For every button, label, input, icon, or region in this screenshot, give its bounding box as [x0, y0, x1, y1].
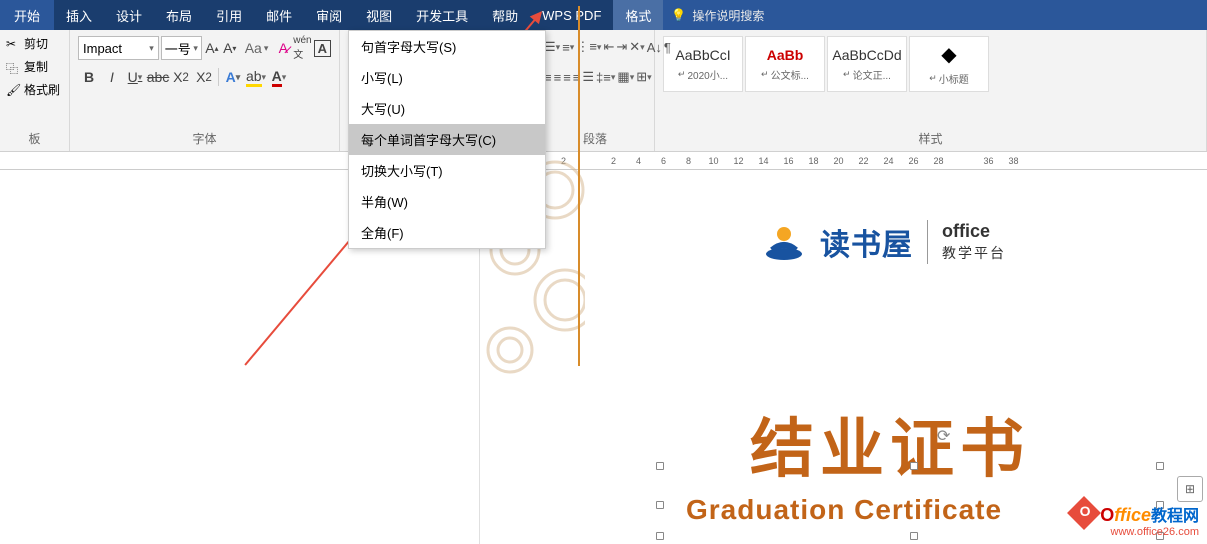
align-center-button[interactable]: ≡	[554, 66, 562, 88]
change-case-button[interactable]: Aa▾	[240, 37, 274, 59]
office-subtitle: 教学平台	[942, 243, 1006, 263]
change-case-menu: 句首字母大写(S) 小写(L) 大写(U) 每个单词首字母大写(C) 切换大小写…	[348, 30, 546, 249]
distribute-button[interactable]: ☰	[582, 66, 594, 88]
superscript-button[interactable]: X2	[193, 66, 215, 88]
font-color-button[interactable]: A▾	[268, 66, 290, 88]
case-halfwidth[interactable]: 半角(W)	[349, 186, 545, 217]
tell-me-search[interactable]: 💡 操作说明搜索	[671, 7, 764, 24]
font-name-select[interactable]: Impact▾	[78, 36, 159, 60]
case-sentence[interactable]: 句首字母大写(S)	[349, 31, 545, 62]
clipboard-label: 板	[4, 128, 65, 149]
chevron-down-icon: ▾	[264, 43, 269, 54]
copy-button[interactable]: ⿻复制	[4, 55, 65, 78]
lightbulb-icon: 💡	[671, 8, 686, 22]
increase-indent-button[interactable]: ⇥	[616, 36, 627, 58]
format-painter-button[interactable]: 🖌格式刷	[4, 78, 65, 101]
numbering-button[interactable]: ≡▾	[562, 36, 574, 58]
case-uppercase[interactable]: 大写(U)	[349, 93, 545, 124]
decrease-indent-button[interactable]: ⇤	[603, 36, 614, 58]
chevron-down-icon: ▾	[149, 43, 154, 54]
show-marks-button[interactable]: ¶	[664, 36, 671, 58]
decorative-vertical-line	[578, 6, 580, 366]
shading-button[interactable]: ▦▾	[617, 66, 634, 88]
align-right-button[interactable]: ≡	[563, 66, 571, 88]
copy-icon: ⿻	[6, 60, 20, 74]
multilevel-button[interactable]: ⋮≡▾	[576, 36, 601, 58]
watermark-brand: Office教程网	[1072, 497, 1199, 526]
case-lowercase[interactable]: 小写(L)	[349, 62, 545, 93]
search-hint-text: 操作说明搜索	[692, 7, 764, 24]
tab-review[interactable]: 审阅	[304, 0, 354, 30]
styles-label: 样式	[659, 128, 1202, 149]
logo-text: 读书屋	[820, 220, 913, 264]
dushuwu-icon	[762, 222, 806, 262]
styles-group: AaBbCcI↵ 2020小...AaBb↵ 公文标...AaBbCcDd↵ 论…	[655, 30, 1207, 151]
tab-format[interactable]: 格式	[613, 0, 663, 30]
horizontal-ruler[interactable]: 86422468101214161820222426283638	[0, 152, 1207, 170]
certificate-subtitle[interactable]: Graduation Certificate	[686, 494, 1002, 526]
logo-block: 读书屋 office 教学平台	[762, 220, 1006, 264]
divider	[927, 220, 928, 264]
chevron-down-icon: ▾	[193, 43, 198, 54]
ribbon: ✂剪切 ⿻复制 🖌格式刷 板 Impact▾ 一号▾ A▴ A▾ Aa▾ A̷ …	[0, 30, 1207, 152]
brush-icon: 🖌	[6, 83, 20, 97]
phonetic-button[interactable]: wén文	[293, 37, 311, 59]
char-border-button[interactable]: A	[314, 37, 331, 59]
highlight-button[interactable]: ab▾	[245, 66, 267, 88]
office-label-block: office 教学平台	[942, 221, 1006, 263]
style-option-2[interactable]: AaBbCcDd↵ 论文正...	[827, 36, 907, 92]
sort-button[interactable]: A↓	[647, 36, 662, 58]
tab-design[interactable]: 设计	[104, 0, 154, 30]
case-toggle[interactable]: 切换大小写(T)	[349, 155, 545, 186]
style-option-1[interactable]: AaBb↵ 公文标...	[745, 36, 825, 92]
tab-help[interactable]: 帮助	[480, 0, 530, 30]
font-group: Impact▾ 一号▾ A▴ A▾ Aa▾ A̷ wén文 A B I U▾ a…	[70, 30, 340, 151]
line-spacing-button[interactable]: ‡≡▾	[596, 66, 615, 88]
clear-format-button[interactable]: A̷	[275, 37, 291, 59]
text-effects-button[interactable]: A▾	[222, 66, 244, 88]
strikethrough-button[interactable]: abc	[147, 66, 169, 88]
office-text: office	[942, 221, 1006, 243]
clipboard-group: ✂剪切 ⿻复制 🖌格式刷 板	[0, 30, 70, 151]
subscript-button[interactable]: X2	[170, 66, 192, 88]
font-size-select[interactable]: 一号▾	[161, 36, 202, 60]
tab-devtools[interactable]: 开发工具	[404, 0, 480, 30]
italic-button[interactable]: I	[101, 66, 123, 88]
tab-references[interactable]: 引用	[204, 0, 254, 30]
case-fullwidth[interactable]: 全角(F)	[349, 217, 545, 248]
watermark-url: www.office26.com	[1072, 526, 1199, 538]
style-option-0[interactable]: AaBbCcI↵ 2020小...	[663, 36, 743, 92]
decrease-font-button[interactable]: A▾	[222, 37, 238, 59]
cut-button[interactable]: ✂剪切	[4, 32, 65, 55]
bold-button[interactable]: B	[78, 66, 100, 88]
tab-insert[interactable]: 插入	[54, 0, 104, 30]
font-label: 字体	[74, 128, 335, 149]
tab-mail[interactable]: 邮件	[254, 0, 304, 30]
tab-view[interactable]: 视图	[354, 0, 404, 30]
rotate-handle-icon[interactable]: ⟳	[937, 426, 950, 446]
tab-layout[interactable]: 布局	[154, 0, 204, 30]
increase-font-button[interactable]: A▴	[204, 37, 220, 59]
borders-button[interactable]: ⊞▾	[636, 66, 651, 88]
case-capitalize-each[interactable]: 每个单词首字母大写(C)	[349, 124, 545, 155]
tab-start[interactable]: 开始	[0, 0, 54, 30]
asian-layout-button[interactable]: ✕▾	[629, 36, 644, 58]
scissors-icon: ✂	[6, 37, 20, 51]
underline-button[interactable]: U▾	[124, 66, 146, 88]
bullets-button[interactable]: ☰▾	[544, 36, 560, 58]
style-option-3[interactable]: ◆↵ 小标题	[909, 36, 989, 92]
watermark-logo-icon	[1067, 496, 1101, 530]
menu-bar: 开始 插入 设计 布局 引用 邮件 审阅 视图 开发工具 帮助 WPS PDF …	[0, 0, 1207, 30]
watermark: Office教程网 www.office26.com	[1072, 497, 1199, 538]
